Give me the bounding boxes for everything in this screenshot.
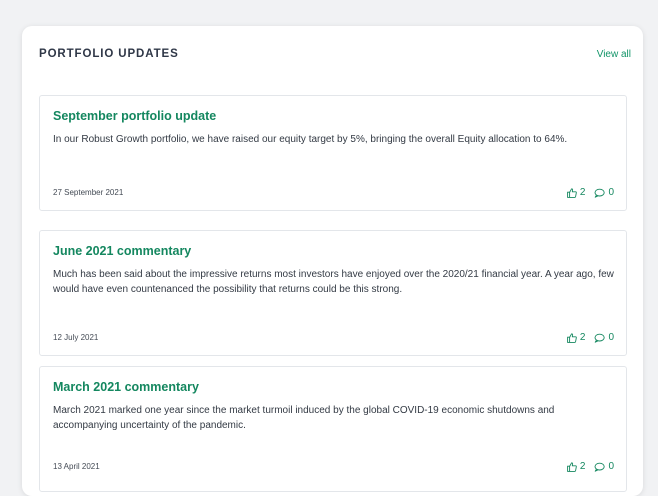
comment-bubble-icon [594, 333, 606, 343]
update-date: 12 July 2021 [53, 333, 99, 342]
like-count: 2 [579, 332, 586, 343]
like-count: 2 [579, 187, 586, 198]
comment-button[interactable]: 0 [594, 187, 614, 198]
update-excerpt: In our Robust Growth portfolio, we have … [53, 134, 568, 145]
update-stats: 2 0 [567, 187, 614, 198]
comment-count: 0 [608, 461, 614, 472]
comment-button[interactable]: 0 [594, 332, 614, 343]
update-stats: 2 0 [567, 461, 614, 472]
update-excerpt: Much has been said about the impressive … [53, 269, 614, 295]
panel-header: PORTFOLIO UPDATES View all [39, 44, 631, 64]
update-date: 13 April 2021 [53, 462, 100, 471]
thumbs-up-icon [567, 187, 577, 198]
update-card[interactable]: March 2021 commentary March 2021 marked … [39, 366, 627, 492]
update-card[interactable]: September portfolio update In our Robust… [39, 95, 627, 211]
update-date: 27 September 2021 [53, 188, 124, 197]
comment-bubble-icon [594, 462, 606, 472]
like-button[interactable]: 2 [567, 332, 586, 343]
update-excerpt: March 2021 marked one year since the mar… [53, 405, 555, 431]
panel-title: PORTFOLIO UPDATES [39, 48, 179, 60]
view-all-link[interactable]: View all [597, 49, 631, 60]
comment-count: 0 [608, 187, 614, 198]
portfolio-updates-panel: PORTFOLIO UPDATES View all September por… [22, 26, 643, 496]
comment-button[interactable]: 0 [594, 461, 614, 472]
like-count: 2 [579, 461, 586, 472]
like-button[interactable]: 2 [567, 461, 586, 472]
update-card[interactable]: June 2021 commentary Much has been said … [39, 230, 627, 356]
thumbs-up-icon [567, 332, 577, 343]
like-button[interactable]: 2 [567, 187, 586, 198]
update-title[interactable]: June 2021 commentary [53, 244, 191, 258]
comment-count: 0 [608, 332, 614, 343]
comment-bubble-icon [594, 188, 606, 198]
update-title[interactable]: September portfolio update [53, 109, 216, 123]
thumbs-up-icon [567, 461, 577, 472]
update-title[interactable]: March 2021 commentary [53, 380, 199, 394]
update-stats: 2 0 [567, 332, 614, 343]
